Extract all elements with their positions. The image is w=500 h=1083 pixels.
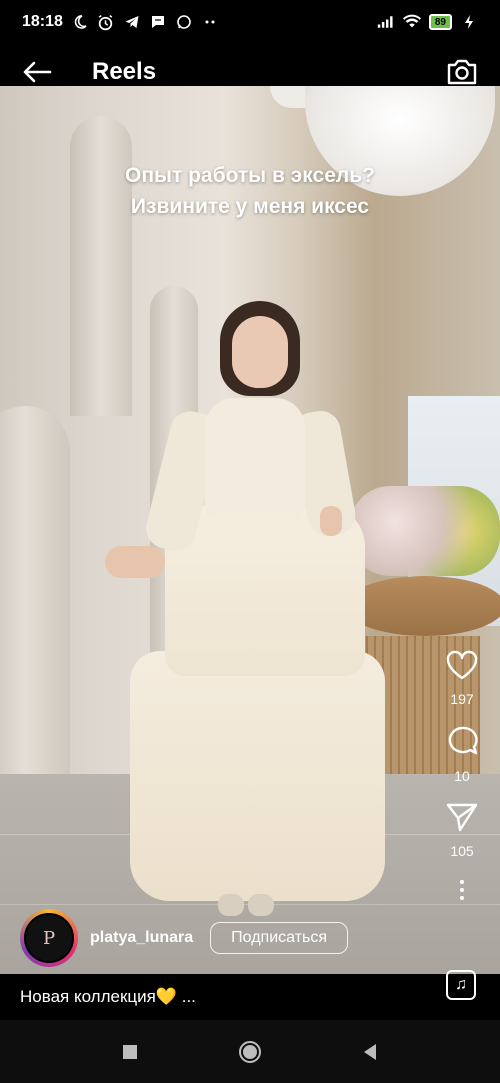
status-left-icons	[71, 13, 219, 31]
system-nav-bar	[0, 1020, 500, 1083]
video-overlay-text: Опыт работы в эксель? Извините у меня ик…	[0, 160, 500, 222]
chat-icon	[149, 13, 167, 31]
more-options-icon[interactable]	[458, 879, 466, 906]
avatar-logo: P	[42, 927, 56, 949]
music-note-icon[interactable]: ♫	[446, 970, 476, 1000]
wifi-icon	[402, 13, 421, 31]
overlay-line-2: Извините у меня иксес	[130, 195, 370, 218]
share-count: 105	[450, 843, 474, 859]
reels-header: Reels	[0, 44, 500, 100]
recent-apps-icon[interactable]	[115, 1037, 145, 1067]
comment-button[interactable]: 10	[445, 725, 479, 784]
page-title: Reels	[92, 58, 157, 85]
moon-icon	[71, 13, 89, 31]
follow-button[interactable]: Подписаться	[210, 922, 349, 954]
status-right-icons: 89	[377, 13, 478, 31]
back-triangle-icon[interactable]	[355, 1037, 385, 1067]
like-button[interactable]: 197	[445, 650, 479, 707]
caption-text[interactable]: Новая коллекция💛 ...	[20, 987, 196, 1007]
more-dots-icon	[201, 13, 219, 31]
reel-actions: 197 10 105	[436, 650, 488, 906]
comment-bubble-icon	[445, 725, 479, 762]
battery-level: 89	[432, 16, 448, 28]
status-time: 18:18	[22, 13, 63, 30]
signal-icon	[377, 13, 395, 31]
status-bar: 18:18 89	[0, 0, 500, 44]
send-icon	[446, 802, 478, 837]
alarm-icon	[97, 13, 115, 31]
like-count: 197	[450, 691, 474, 707]
charging-icon	[460, 13, 478, 31]
username[interactable]: platya_lunara	[90, 929, 193, 947]
home-icon[interactable]	[235, 1037, 265, 1067]
author-row: P platya_lunara Подписаться	[20, 908, 440, 968]
whatsapp-icon	[175, 13, 193, 31]
share-button[interactable]: 105	[446, 802, 478, 859]
caption-bar: Новая коллекция💛 ...	[0, 974, 500, 1020]
telegram-icon	[123, 13, 141, 31]
heart-icon	[445, 650, 479, 685]
battery-icon: 89	[428, 14, 452, 30]
comment-count: 10	[454, 768, 470, 784]
overlay-line-1: Опыт работы в эксель?	[125, 164, 375, 187]
camera-icon[interactable]	[444, 54, 480, 90]
back-arrow-icon[interactable]	[20, 55, 54, 89]
avatar[interactable]: P	[20, 909, 78, 967]
